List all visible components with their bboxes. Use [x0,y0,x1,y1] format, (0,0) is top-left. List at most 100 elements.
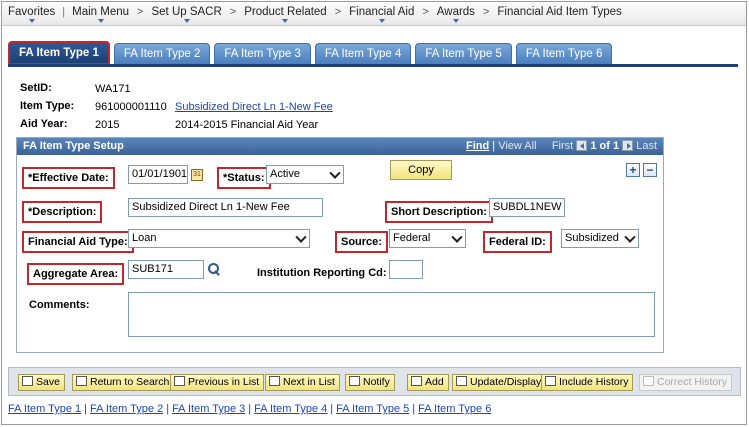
save-disk-icon [22,376,33,386]
tab-fa-item-type-2[interactable]: FA Item Type 2 [113,43,211,64]
add-button[interactable]: Add [407,374,449,391]
next-in-list-button[interactable]: Next in List [265,374,340,391]
page-tabs: FA Item Type 1 FA Item Type 2 FA Item Ty… [8,41,616,65]
add-icon [411,376,422,386]
tab-fa-item-type-4[interactable]: FA Item Type 4 [314,43,412,64]
footer-link-fa-item-type-2[interactable]: FA Item Type 2 [90,403,163,415]
breadcrumb: Favorites | Main Menu > Set Up SACR > Pr… [2,2,746,26]
dropdown-indicator-icon [97,18,104,23]
menu-set-up-sacr[interactable]: Set Up SACR [151,6,222,23]
dropdown-indicator-icon [282,18,289,23]
notify-button[interactable]: Notify [345,374,395,391]
federal-id-select[interactable]: Subsidized [561,229,639,248]
item-type-value: 961000001110 [95,101,167,113]
footer-link-fa-item-type-4[interactable]: FA Item Type 4 [254,403,327,415]
aid-year-value: 2015 [95,119,120,131]
setid-value: WA171 [95,83,131,95]
footer-separator: | [84,403,88,415]
aggregate-area-label: Aggregate Area: [27,263,125,285]
calendar-icon[interactable]: 31 [191,169,203,181]
source-value: Federal [393,232,431,244]
tab-fa-item-type-3[interactable]: FA Item Type 3 [214,43,311,64]
federal-id-value: Subsidized [565,232,619,244]
footer-link-fa-item-type-1[interactable]: FA Item Type 1 [8,403,81,415]
page-toolbar: Save Return to Search Previous in List N… [8,367,741,396]
tab-fa-item-type-1[interactable]: FA Item Type 1 [8,41,110,65]
status-select[interactable]: Active [266,165,344,184]
aid-year-description: 2014-2015 Financial Aid Year [175,119,319,131]
description-input[interactable]: Subsidized Direct Ln 1-New Fee [128,198,323,217]
save-button[interactable]: Save [18,374,65,391]
next-arrow-icon[interactable] [622,140,634,151]
short-description-label: Short Description: [385,201,493,223]
menu-main-menu[interactable]: Main Menu [72,6,129,23]
footer-separator: | [330,403,334,415]
description-label: *Description: [22,201,103,223]
chevron-down-icon [331,172,339,178]
delete-row-icon[interactable]: − [643,163,657,177]
search-icon [76,376,87,386]
institution-reporting-label: Institution Reporting Cd: [257,267,387,279]
dropdown-indicator-icon [452,18,459,23]
short-description-input[interactable]: SUBDL1NEW [489,198,565,217]
source-label: Source: [335,231,388,253]
row-count: 1 of 1 [590,140,620,152]
tab-fa-item-type-6[interactable]: FA Item Type 6 [515,43,613,64]
setid-label: SetID: [20,82,52,94]
tab-fa-item-type-5[interactable]: FA Item Type 5 [415,43,512,64]
include-history-button[interactable]: Include History [541,374,634,391]
item-type-label: Item Type: [20,100,75,112]
group-header: FA Item Type Setup Find | View All First… [17,138,663,155]
last-label: Last [636,140,657,152]
previous-arrow-icon[interactable] [576,140,588,151]
dropdown-indicator-icon [183,18,190,23]
menu-separator: | [62,5,66,18]
copy-button[interactable]: Copy [390,160,452,180]
footer-separator: | [412,403,416,415]
financial-aid-type-label: Financial Aid Type: [22,231,134,253]
institution-reporting-input[interactable] [389,260,423,279]
update-display-button[interactable]: Update/Display [452,374,547,391]
menu-product-related[interactable]: Product Related [244,6,327,23]
menu-financial-aid-item-types[interactable]: Financial Aid Item Types [497,6,621,22]
previous-in-list-button[interactable]: Previous in List [170,374,265,391]
breadcrumb-chevron-icon: > [482,5,490,18]
footer-separator: | [166,403,170,415]
group-navigation: Find | View All First 1 of 1 Last [466,138,657,155]
lookup-search-icon[interactable] [207,262,221,276]
effective-date-label: *Effective Date: [22,167,115,189]
correct-history-button: Correct History [639,374,733,391]
find-link[interactable]: Find [466,140,489,152]
item-type-description-link[interactable]: Subsidized Direct Ln 1-New Fee [175,101,333,113]
status-label: *Status: [217,167,271,189]
menu-favorites[interactable]: Favorites [8,6,55,23]
next-list-icon [269,376,280,386]
breadcrumb-chevron-icon: > [422,5,429,18]
chevron-down-icon [626,236,634,242]
aggregate-area-input[interactable]: SUB171 [128,260,204,279]
breadcrumb-chevron-icon: > [137,5,144,18]
menu-awards[interactable]: Awards [437,6,475,23]
add-row-icon[interactable]: + [626,163,640,177]
footer-separator: | [248,403,252,415]
effective-date-input[interactable]: 01/01/1901 [128,165,188,184]
correct-history-icon [643,376,654,386]
footer-tab-links: FA Item Type 1 | FA Item Type 2 | FA Item Ty… [8,403,491,415]
menu-financial-aid[interactable]: Financial Aid [349,6,414,23]
footer-link-fa-item-type-5[interactable]: FA Item Type 5 [336,403,409,415]
tab-underline [8,64,738,67]
source-select[interactable]: Federal [389,229,466,248]
first-label: First [551,140,574,152]
financial-aid-type-select[interactable]: Loan [128,229,310,248]
footer-link-fa-item-type-6[interactable]: FA Item Type 6 [418,403,491,415]
breadcrumb-chevron-icon: > [229,5,237,18]
include-history-icon [545,376,556,386]
view-all-link[interactable]: View All [498,140,536,152]
chevron-down-icon [297,236,305,242]
federal-id-label: Federal ID: [483,231,552,253]
return-to-search-button[interactable]: Return to Search [72,374,175,391]
update-display-icon [456,376,467,386]
footer-link-fa-item-type-3[interactable]: FA Item Type 3 [172,403,245,415]
comments-textarea[interactable] [128,292,655,337]
notify-icon [349,376,360,386]
